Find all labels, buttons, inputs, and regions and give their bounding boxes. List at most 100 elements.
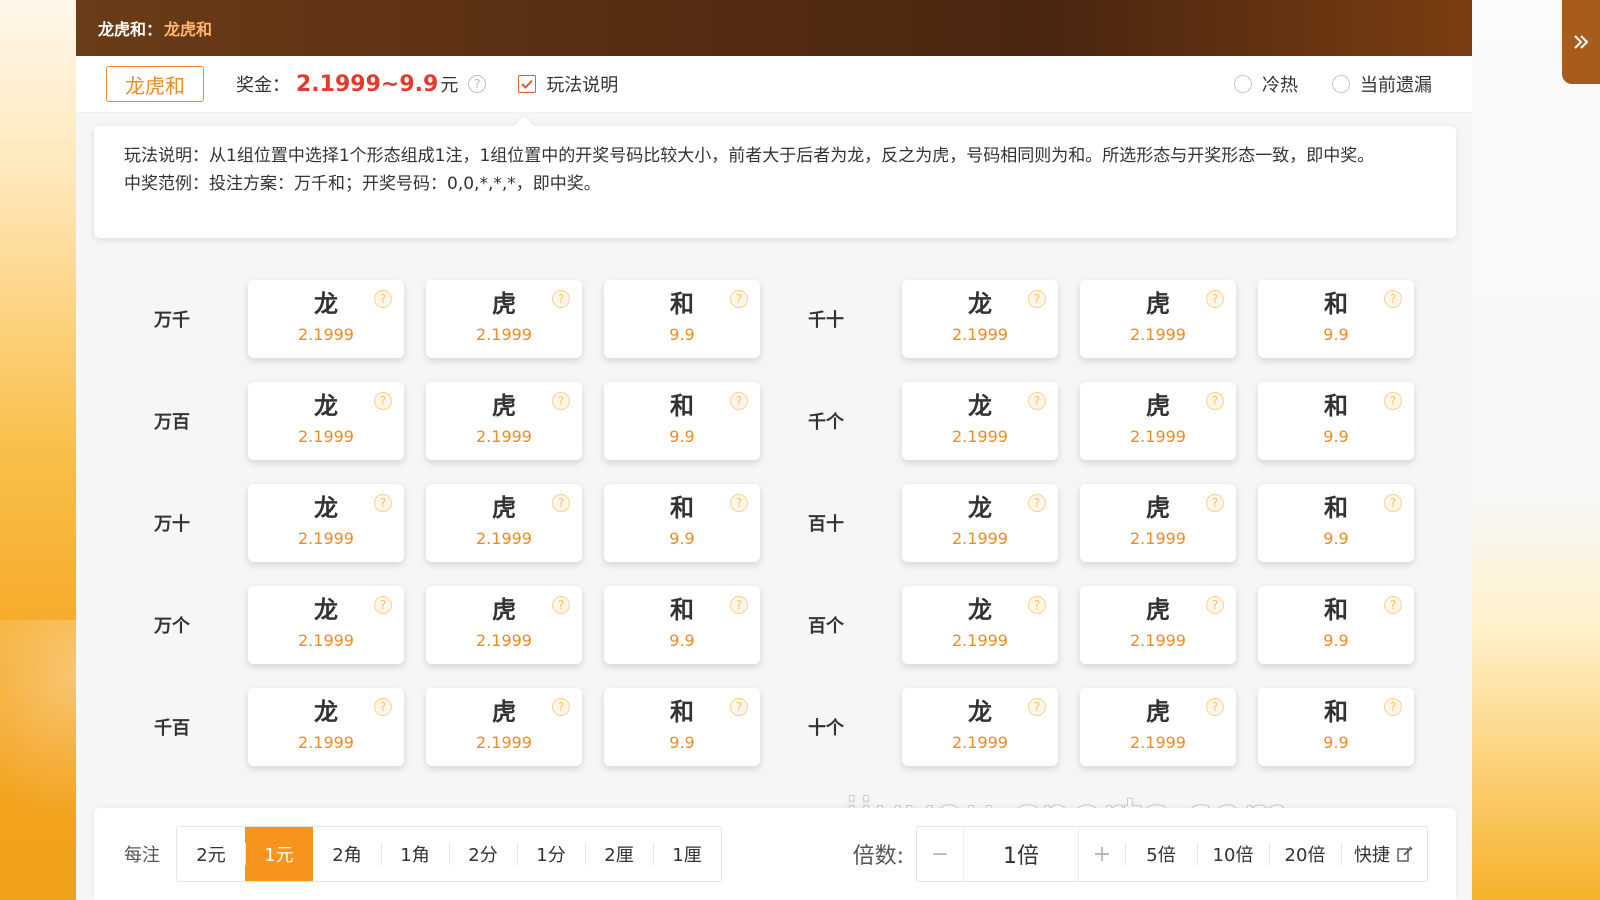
bet-option-card[interactable]: 和 9.9?: [1258, 280, 1414, 358]
bet-option-card[interactable]: 龙 2.1999?: [902, 280, 1058, 358]
denomination-option[interactable]: 1元: [245, 827, 313, 881]
question-mark-icon[interactable]: ?: [730, 596, 748, 614]
question-mark-icon[interactable]: ?: [1028, 494, 1046, 512]
bet-option-card[interactable]: 龙 2.1999?: [902, 382, 1058, 460]
radio-hot-cold[interactable]: 冷热: [1234, 71, 1298, 97]
bet-option-odds: 2.1999: [952, 529, 1008, 548]
question-mark-icon[interactable]: ?: [1384, 392, 1402, 410]
denomination-option[interactable]: 1角: [381, 827, 449, 881]
denomination-option[interactable]: 1厘: [653, 827, 721, 881]
bet-option-card[interactable]: 虎 2.1999?: [426, 280, 582, 358]
bet-option-odds: 2.1999: [298, 733, 354, 752]
quick-multiplier-option[interactable]: 10倍: [1197, 827, 1269, 881]
question-mark-icon[interactable]: ?: [374, 290, 392, 308]
right-background: [1472, 0, 1600, 900]
radio-current-missing[interactable]: 当前遗漏: [1332, 71, 1432, 97]
bet-row: 千百 龙 2.1999? 虎 2.1999? 和 9.9?: [140, 688, 760, 766]
bet-option-name: 龙: [314, 596, 338, 624]
question-mark-icon[interactable]: ?: [1206, 596, 1224, 614]
bet-option-card[interactable]: 虎 2.1999?: [426, 382, 582, 460]
bet-option-card[interactable]: 虎 2.1999?: [1080, 484, 1236, 562]
question-mark-icon[interactable]: ?: [1206, 290, 1224, 308]
rule-toggle-label: 玩法说明: [546, 75, 619, 96]
bet-option-card[interactable]: 龙 2.1999?: [248, 586, 404, 664]
bet-option-card[interactable]: 虎 2.1999?: [426, 586, 582, 664]
bet-option-card[interactable]: 和 9.9?: [1258, 586, 1414, 664]
bet-option-card[interactable]: 虎 2.1999?: [1080, 586, 1236, 664]
bet-position-label: 千百: [154, 718, 190, 739]
bet-option-card[interactable]: 虎 2.1999?: [1080, 688, 1236, 766]
question-mark-icon[interactable]: ?: [730, 698, 748, 716]
quick-edit-label: 快捷: [1354, 845, 1390, 866]
question-mark-icon[interactable]: ?: [1028, 392, 1046, 410]
multiplier-value[interactable]: 1倍: [963, 827, 1079, 881]
bet-option-odds: 9.9: [669, 427, 695, 446]
question-mark-icon[interactable]: ?: [1206, 392, 1224, 410]
question-mark-icon[interactable]: ?: [1028, 596, 1046, 614]
question-mark-icon[interactable]: ?: [1384, 698, 1402, 716]
question-mark-icon[interactable]: ?: [1028, 290, 1046, 308]
bet-option-card[interactable]: 龙 2.1999?: [902, 484, 1058, 562]
bet-option-card[interactable]: 和 9.9?: [604, 688, 760, 766]
bet-option-card[interactable]: 虎 2.1999?: [1080, 280, 1236, 358]
bet-option-card[interactable]: 和 9.9?: [604, 586, 760, 664]
question-mark-icon[interactable]: ?: [374, 698, 392, 716]
quick-multiplier-option[interactable]: 5倍: [1125, 827, 1197, 881]
question-mark-icon[interactable]: ?: [552, 290, 570, 308]
plus-button[interactable]: +: [1079, 827, 1125, 881]
question-mark-icon[interactable]: ?: [374, 392, 392, 410]
bet-option-card[interactable]: 龙 2.1999?: [248, 382, 404, 460]
minus-button[interactable]: −: [917, 827, 963, 881]
top-header: 龙虎和： 龙虎和: [76, 0, 1472, 56]
question-mark-icon[interactable]: ?: [552, 698, 570, 716]
quick-edit-button[interactable]: 快捷: [1341, 827, 1427, 881]
bet-option-card[interactable]: 和 9.9?: [604, 484, 760, 562]
question-mark-icon[interactable]: ?: [1384, 494, 1402, 512]
bet-option-card[interactable]: 龙 2.1999?: [902, 586, 1058, 664]
question-mark-icon[interactable]: ?: [1028, 698, 1046, 716]
question-mark-icon[interactable]: ?: [552, 494, 570, 512]
bet-option-card[interactable]: 虎 2.1999?: [426, 688, 582, 766]
bet-option-name: 龙: [968, 596, 992, 624]
denomination-selector: 2元 1元 2角 1角 2分 1分 2厘 1厘: [176, 826, 722, 882]
bet-option-card[interactable]: 龙 2.1999?: [248, 280, 404, 358]
quick-multiplier-option[interactable]: 20倍: [1269, 827, 1341, 881]
play-type-chip[interactable]: 龙虎和: [106, 66, 204, 102]
bet-option-odds: 2.1999: [476, 631, 532, 650]
bet-option-card[interactable]: 龙 2.1999?: [248, 484, 404, 562]
bet-option-card[interactable]: 和 9.9?: [1258, 484, 1414, 562]
denomination-option[interactable]: 2厘: [585, 827, 653, 881]
denomination-option[interactable]: 2角: [313, 827, 381, 881]
question-mark-icon[interactable]: ?: [374, 494, 392, 512]
question-mark-icon[interactable]: ?: [552, 392, 570, 410]
bet-option-name: 和: [670, 392, 694, 420]
bet-option-name: 虎: [1146, 290, 1170, 318]
question-mark-icon[interactable]: ?: [730, 290, 748, 308]
denomination-option[interactable]: 1分: [517, 827, 585, 881]
bet-option-card[interactable]: 龙 2.1999?: [248, 688, 404, 766]
bet-option-card[interactable]: 虎 2.1999?: [1080, 382, 1236, 460]
bet-option-name: 龙: [968, 392, 992, 420]
bet-option-card[interactable]: 和 9.9?: [604, 382, 760, 460]
question-mark-icon[interactable]: ?: [730, 494, 748, 512]
bet-option-card[interactable]: 和 9.9?: [1258, 382, 1414, 460]
rule-toggle[interactable]: 玩法说明: [518, 71, 618, 97]
denomination-option[interactable]: 2分: [449, 827, 517, 881]
question-mark-icon[interactable]: ?: [468, 75, 487, 93]
question-mark-icon[interactable]: ?: [1384, 596, 1402, 614]
denomination-option[interactable]: 2元: [177, 827, 245, 881]
question-mark-icon[interactable]: ?: [552, 596, 570, 614]
question-mark-icon[interactable]: ?: [374, 596, 392, 614]
question-mark-icon[interactable]: ?: [1206, 494, 1224, 512]
side-toggle-button[interactable]: [1562, 0, 1600, 84]
rule-checkbox[interactable]: [518, 75, 537, 93]
bet-option-card[interactable]: 虎 2.1999?: [426, 484, 582, 562]
question-mark-icon[interactable]: ?: [1384, 290, 1402, 308]
view-radios: 冷热 当前遗漏: [1234, 71, 1432, 97]
bet-option-odds: 2.1999: [298, 529, 354, 548]
bet-option-card[interactable]: 和 9.9?: [604, 280, 760, 358]
bet-option-card[interactable]: 和 9.9?: [1258, 688, 1414, 766]
question-mark-icon[interactable]: ?: [730, 392, 748, 410]
bet-option-card[interactable]: 龙 2.1999?: [902, 688, 1058, 766]
question-mark-icon[interactable]: ?: [1206, 698, 1224, 716]
